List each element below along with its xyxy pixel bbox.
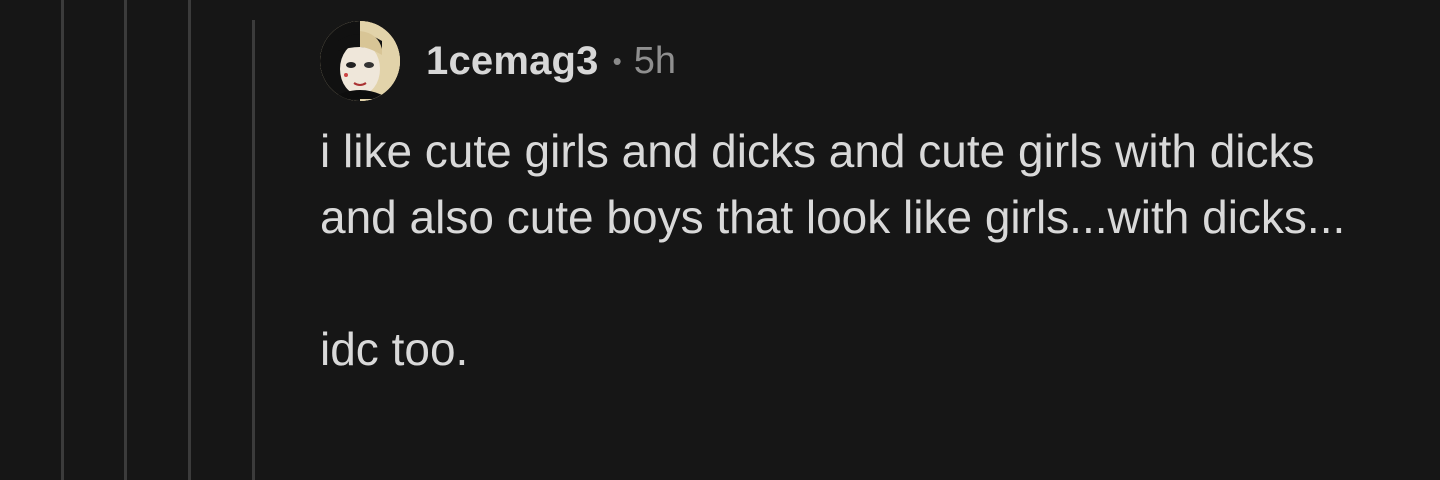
comment-thread: 1cemag3 • 5h i like cute girls and dicks…: [0, 0, 1440, 480]
avatar[interactable]: [320, 21, 400, 101]
user-avatar-icon: [320, 21, 400, 101]
comment-author[interactable]: 1cemag3: [426, 39, 599, 84]
thread-depth-line[interactable]: [252, 20, 255, 480]
comment: 1cemag3 • 5h i like cute girls and dicks…: [320, 20, 1420, 382]
thread-depth-line[interactable]: [188, 0, 191, 480]
thread-depth-line[interactable]: [61, 0, 64, 480]
thread-depth-line[interactable]: [124, 0, 127, 480]
comment-paragraph: i like cute girls and dicks and cute gir…: [320, 125, 1346, 243]
meta-separator: •: [612, 45, 622, 76]
comment-header: 1cemag3 • 5h: [320, 20, 1420, 102]
comment-paragraph: idc too.: [320, 323, 469, 375]
comment-body: i like cute girls and dicks and cute gir…: [320, 118, 1420, 382]
comment-age: 5h: [633, 39, 677, 82]
